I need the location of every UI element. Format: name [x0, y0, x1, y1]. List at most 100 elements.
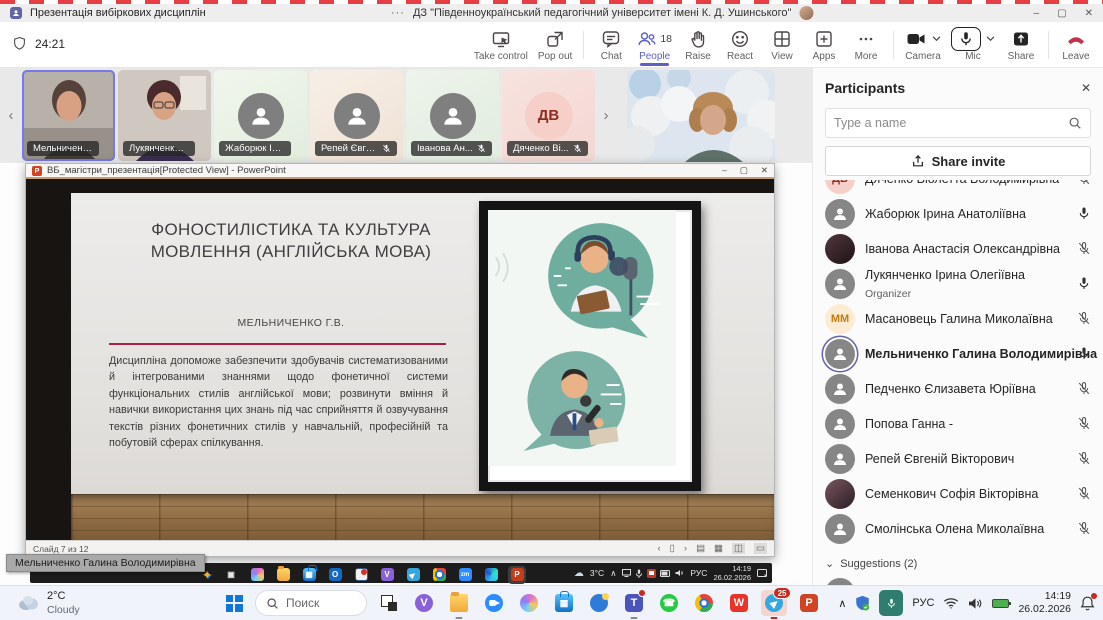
ppt-restore-button[interactable]: ▢ — [740, 165, 748, 176]
volume-icon[interactable] — [968, 597, 983, 610]
participant-row[interactable]: Іванова Анастасія Олександрівна — [813, 231, 1103, 266]
taskbar-app-icon[interactable] — [586, 590, 612, 616]
participant-row[interactable]: ДВ Дяченко Віолетта Володимирівна — [813, 180, 1103, 196]
participant-row[interactable]: Жаборюк Ірина Анатоліївна — [813, 196, 1103, 231]
participant-row[interactable]: Педченко Єлизавета Юріївна — [813, 371, 1103, 406]
mic-active-outline[interactable] — [951, 27, 981, 51]
mic-on-icon[interactable] — [1077, 346, 1091, 361]
participant-row[interactable]: Семенкович Софія Вікторівна — [813, 476, 1103, 511]
mic-muted-icon[interactable] — [1077, 180, 1091, 186]
taskbar-app-icon[interactable]: P — [508, 566, 526, 584]
raise-hand-button[interactable]: Raise — [677, 27, 719, 64]
pop-out-button[interactable]: Pop out — [533, 27, 577, 64]
camera-button[interactable]: Camera — [900, 27, 946, 64]
taskbar-app-icon[interactable] — [481, 590, 507, 616]
participant-row[interactable]: Лукянченко Ірина Олегіївна Organizer — [813, 266, 1103, 301]
filmstrip-prev-icon[interactable]: ‹ — [0, 107, 22, 124]
more-options-icon[interactable]: ··· — [391, 7, 405, 19]
taskbar-app-icon[interactable] — [430, 566, 448, 584]
search-icon[interactable] — [1068, 116, 1082, 130]
tray-icons[interactable] — [622, 569, 684, 578]
taskbar-app-icon[interactable] — [274, 566, 292, 584]
reading-view-icon[interactable]: ◫ — [732, 543, 745, 554]
mic-muted-icon[interactable] — [1077, 311, 1091, 326]
taskbar-search[interactable] — [255, 590, 367, 616]
video-tile[interactable]: Лукянченко Ір... — [118, 70, 211, 161]
powerpoint-window[interactable]: P ВБ_магістри_презентація[Protected View… — [25, 163, 775, 557]
taskbar-app-icon[interactable]: ▣ — [222, 566, 240, 584]
taskbar-search-input[interactable] — [286, 596, 356, 610]
start-button[interactable] — [222, 591, 246, 615]
taskbar-app-icon[interactable]: ☎ — [656, 590, 682, 616]
more-button[interactable]: More — [845, 27, 887, 64]
normal-view-icon[interactable]: ▤ — [696, 543, 705, 554]
take-control-button[interactable]: Take control — [469, 27, 533, 64]
react-button[interactable]: React — [719, 27, 761, 64]
taskbar-app-icon[interactable] — [352, 566, 370, 584]
mic-muted-icon[interactable] — [1077, 451, 1091, 466]
taskbar-app-icon[interactable] — [248, 566, 266, 584]
maximize-button[interactable]: ▢ — [1057, 8, 1066, 19]
participant-row[interactable]: Смолінська Олена Миколаївна — [813, 511, 1103, 546]
slideshow-view-icon[interactable]: ▭ — [754, 543, 767, 554]
close-button[interactable]: ✕ — [1085, 8, 1093, 19]
weather-cloud-icon[interactable]: ☁ — [574, 568, 584, 579]
share-invite-button[interactable]: Share invite — [825, 146, 1091, 176]
battery-tray-icon[interactable] — [660, 570, 671, 577]
taskbar-app-icon[interactable] — [446, 590, 472, 616]
ppt-close-button[interactable]: ✕ — [761, 165, 768, 176]
chat-button[interactable]: Chat — [590, 27, 632, 64]
notifications-bell[interactable] — [1080, 595, 1095, 611]
notes-icon[interactable]: ▯ — [670, 543, 675, 554]
mic-on-icon[interactable] — [1077, 276, 1091, 291]
mic-button[interactable]: Mic — [946, 27, 1000, 64]
sorter-view-icon[interactable]: ▦ — [714, 543, 723, 554]
leave-button[interactable]: Leave — [1055, 27, 1097, 64]
taskbar-app-icon[interactable] — [376, 590, 402, 616]
taskbar-app-icon[interactable]: zm — [456, 566, 474, 584]
video-tile[interactable]: Репей Євге... — [310, 70, 403, 161]
participant-row[interactable]: Репей Євгеній Вікторович — [813, 441, 1103, 476]
taskbar-app-icon[interactable]: W — [726, 590, 752, 616]
camera-dropdown-icon[interactable] — [932, 36, 941, 42]
prev-comment-icon[interactable]: ‹ — [657, 543, 660, 554]
taskbar-app-icon[interactable]: V — [378, 566, 396, 584]
participant-row[interactable]: Мельниченко Галина Володимирівна — [813, 336, 1103, 371]
taskbar-app-icon[interactable]: O — [326, 566, 344, 584]
taskbar-app-icon[interactable]: P — [796, 590, 822, 616]
suggestion-row[interactable]: Трубіцина Ольга Михайлівна — [813, 575, 1103, 585]
language-indicator[interactable]: РУС — [912, 597, 934, 609]
apps-button[interactable]: Apps — [803, 27, 845, 64]
video-tile[interactable]: Мельниченко Г... — [22, 70, 115, 161]
taskbar-app-icon[interactable]: V — [411, 590, 437, 616]
taskbar-app-icon[interactable]: ▦ — [300, 566, 318, 584]
share-button[interactable]: Share — [1000, 27, 1042, 64]
mic-muted-icon[interactable] — [1077, 241, 1091, 256]
video-tile[interactable]: ДВ Дяченко Ві... — [502, 70, 595, 161]
taskbar-app-icon[interactable] — [516, 590, 542, 616]
people-button[interactable]: 18 People — [632, 27, 677, 64]
taskbar-app-icon[interactable]: T — [621, 590, 647, 616]
ppt-minimize-button[interactable]: – — [722, 165, 727, 176]
panel-close-icon[interactable]: ✕ — [1081, 81, 1091, 95]
volume-tray-icon[interactable] — [675, 569, 684, 577]
mic-dropdown-icon[interactable] — [986, 36, 995, 42]
mic-muted-icon[interactable] — [1077, 416, 1091, 431]
security-shield-icon[interactable] — [855, 595, 870, 611]
account-avatar[interactable] — [799, 6, 813, 20]
mic-muted-icon[interactable] — [1077, 521, 1091, 536]
taskbar-app-icon[interactable]: ▶ — [404, 566, 422, 584]
taskbar-app-icon[interactable]: ▦ — [551, 590, 577, 616]
taskbar-app-icon[interactable] — [691, 590, 717, 616]
weather-widget[interactable]: 2°C Cloudy — [16, 590, 80, 616]
participant-row[interactable]: Попова Ганна - — [813, 406, 1103, 441]
video-tile[interactable]: Іванова Ан... — [406, 70, 499, 161]
search-input[interactable] — [834, 116, 1068, 130]
view-button[interactable]: View — [761, 27, 803, 64]
mic-muted-icon[interactable] — [1077, 381, 1091, 396]
display-tray-icon[interactable] — [622, 569, 631, 577]
wifi-icon[interactable] — [943, 597, 959, 609]
taskbar-clock[interactable]: 14:19 26.02.2026 — [1018, 590, 1071, 616]
battery-icon[interactable] — [992, 599, 1009, 608]
next-comment-icon[interactable]: › — [684, 543, 687, 554]
